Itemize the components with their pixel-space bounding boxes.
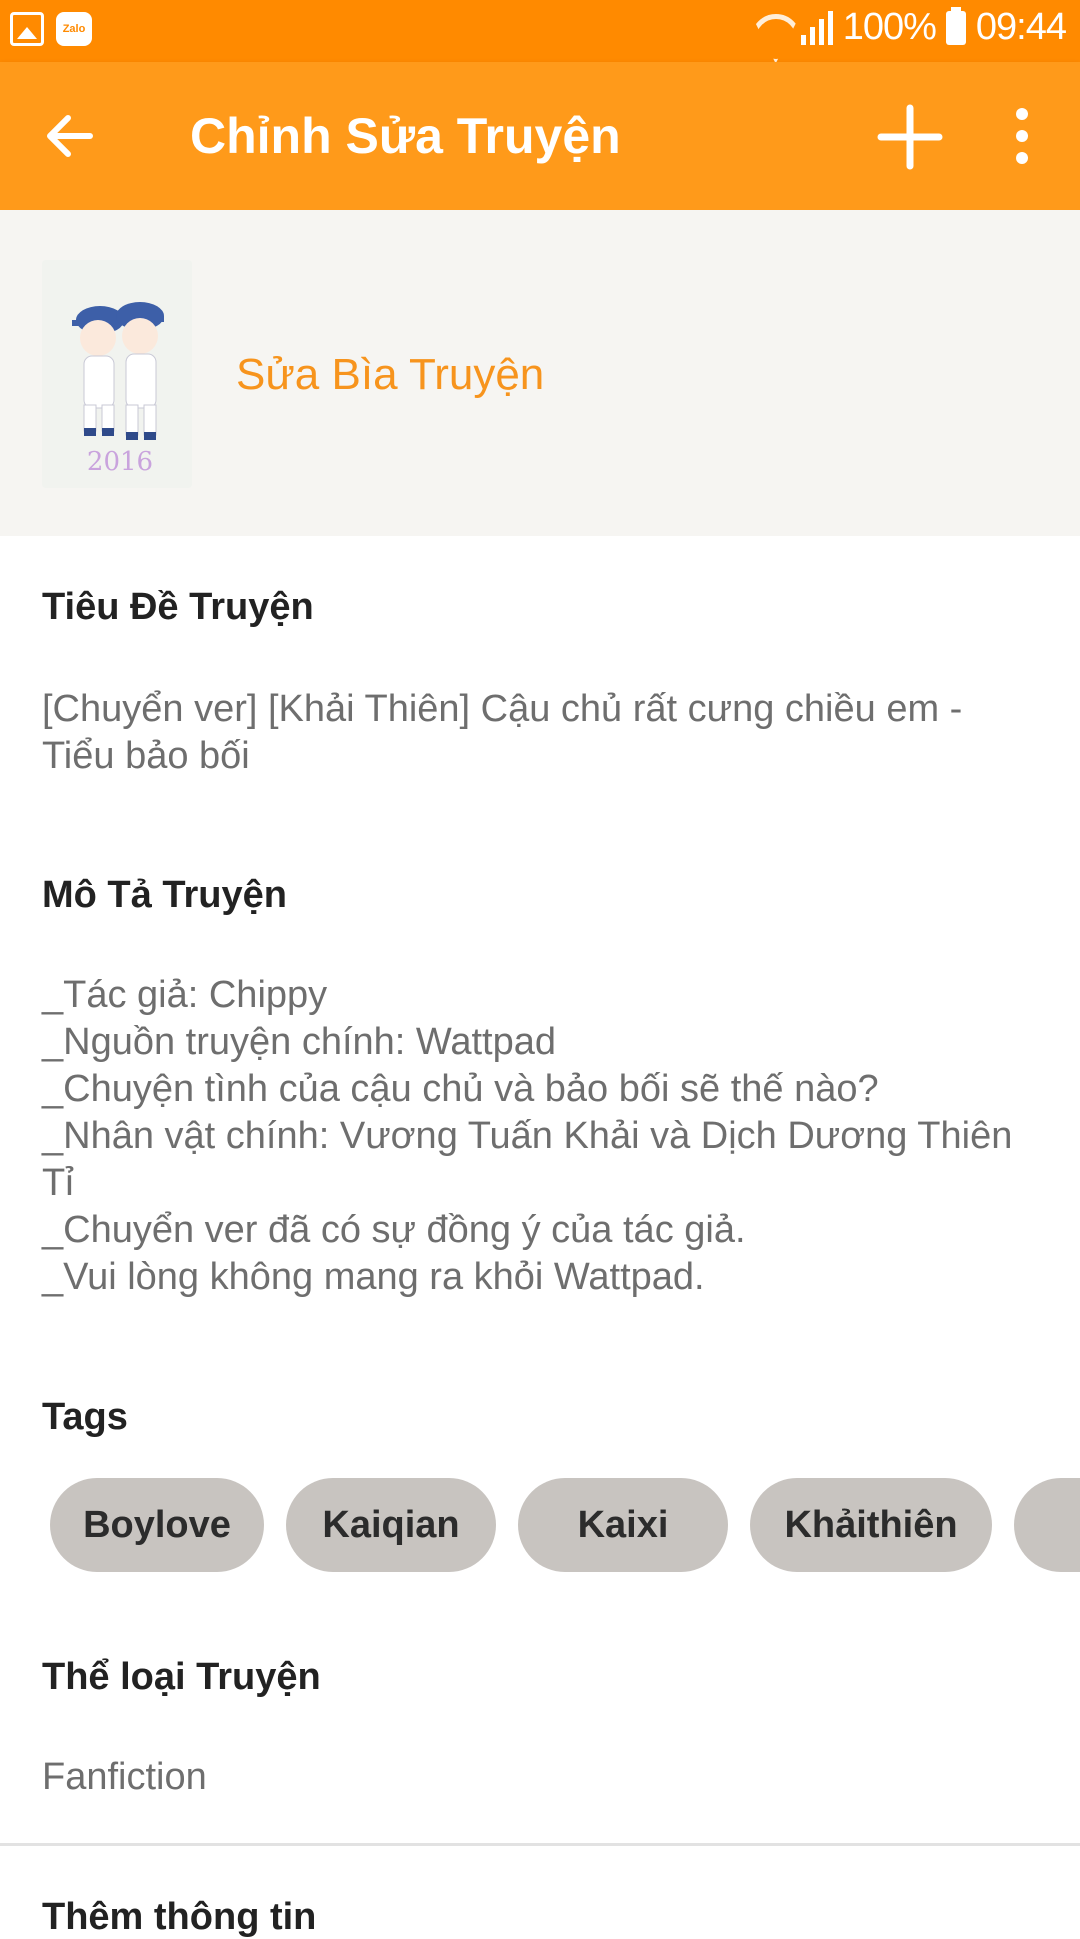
add-part-button[interactable] (875, 102, 945, 172)
story-description-field[interactable]: _Tác giả: Chippy _Nguồn truyện chính: Wa… (42, 972, 1042, 1301)
tag-chip[interactable]: Khảithiên (750, 1478, 992, 1572)
story-title-field[interactable]: [Chuyển ver] [Khải Thiên] Cậu chủ rất cư… (42, 686, 1042, 780)
app-bar: Chỉnh Sửa Truyện (0, 62, 1080, 210)
page-title: Chỉnh Sửa Truyện (190, 108, 621, 164)
tag-chip[interactable] (1014, 1478, 1080, 1572)
arrow-left-icon (47, 115, 93, 157)
battery-icon (945, 6, 966, 45)
battery-percent: 100% (842, 6, 937, 48)
story-title-heading: Tiêu Đề Truyện (42, 586, 314, 628)
cover-year-text: 2016 (87, 447, 153, 477)
cover-illustration: 2016 (42, 260, 192, 488)
story-genre-value[interactable]: Fanfiction (42, 1754, 1042, 1801)
cover-section: 2016 Sửa Bìa Truyện (0, 210, 1080, 536)
tags-list: Boylove Kaiqian Kaixi Khảithiên (50, 1478, 1080, 1572)
notification-icons: Zalo (10, 12, 92, 46)
more-vertical-icon (1016, 108, 1028, 164)
description-line: _Tác giả: Chippy (42, 974, 328, 1016)
gallery-notification-icon (10, 12, 44, 46)
story-genre-heading: Thể loại Truyện (42, 1656, 321, 1698)
tag-chip[interactable]: Boylove (50, 1478, 264, 1572)
story-description-heading: Mô Tả Truyện (42, 874, 287, 916)
description-line: _Vui lòng không mang ra khỏi Wattpad. (42, 1256, 705, 1298)
description-line: _Nguồn truyện chính: Wattpad (42, 1021, 557, 1063)
story-title-line: [Chuyển ver] [Khải Thiên] Cậu chủ rất cư… (42, 688, 963, 730)
wifi-icon (751, 10, 791, 46)
tags-heading: Tags (42, 1396, 128, 1438)
divider (0, 1843, 1080, 1846)
more-info-heading[interactable]: Thêm thông tin (42, 1896, 316, 1939)
zalo-notification-icon: Zalo (56, 12, 92, 46)
cover-image[interactable]: 2016 (42, 260, 192, 488)
tag-chip[interactable]: Kaixi (518, 1478, 728, 1572)
clock: 09:44 (975, 6, 1067, 48)
story-title-line: Tiểu bảo bối (42, 735, 250, 777)
description-line: _Chuyển ver đã có sự đồng ý của tác giả. (42, 1209, 746, 1251)
description-line: Tỉ (42, 1162, 74, 1204)
plus-icon (877, 104, 943, 170)
system-status: 100% 09:44 (751, 6, 1067, 49)
description-line: _Chuyện tình của cậu chủ và bảo bối sẽ t… (42, 1068, 879, 1110)
signal-icon (800, 10, 833, 45)
edit-cover-button[interactable]: Sửa Bìa Truyện (236, 350, 544, 400)
overflow-menu-button[interactable] (1000, 106, 1044, 166)
back-button[interactable] (40, 106, 100, 166)
tag-chip[interactable]: Kaiqian (286, 1478, 496, 1572)
description-line: _Nhân vật chính: Vương Tuấn Khải và Dịch… (42, 1115, 1013, 1157)
status-bar: Zalo 100% 09:44 (0, 0, 1080, 62)
